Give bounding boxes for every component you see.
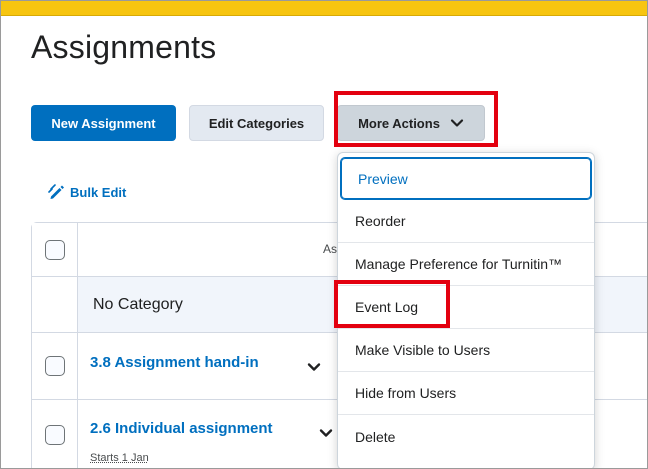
menu-item-hide[interactable]: Hide from Users [338, 372, 594, 415]
screenshot-frame: Assignments New Assignment Edit Categori… [0, 0, 648, 469]
column-header-assignment[interactable]: As [323, 242, 337, 256]
more-actions-label: More Actions [358, 115, 440, 131]
menu-item-reorder[interactable]: Reorder [338, 200, 594, 243]
row-check-cell [32, 400, 78, 468]
menu-item-turnitin[interactable]: Manage Preference for Turnitin™ [338, 243, 594, 286]
chevron-down-icon[interactable] [307, 360, 321, 374]
more-actions-button[interactable]: More Actions [337, 105, 485, 141]
assignment-link[interactable]: 3.8 Assignment hand-in [90, 354, 259, 371]
edit-categories-button[interactable]: Edit Categories [189, 105, 324, 141]
start-date-label: Starts 1 Jan [90, 452, 149, 464]
row-check-cell [32, 333, 78, 399]
menu-item-event-log[interactable]: Event Log [338, 286, 594, 329]
menu-item-delete[interactable]: Delete [338, 415, 594, 458]
pencil-icon [48, 184, 64, 199]
assignment-link[interactable]: 2.6 Individual assignment [90, 420, 273, 437]
chevron-down-icon[interactable] [319, 426, 333, 440]
menu-item-preview[interactable]: Preview [340, 157, 592, 200]
more-actions-menu: Preview Reorder Manage Preference for Tu… [337, 152, 595, 468]
menu-item-make-visible[interactable]: Make Visible to Users [338, 329, 594, 372]
page-title: Assignments [31, 29, 217, 65]
new-assignment-button[interactable]: New Assignment [31, 105, 176, 141]
bulk-edit-button[interactable]: Bulk Edit [48, 183, 126, 201]
chevron-down-icon [450, 119, 464, 127]
brand-accent-bar [1, 1, 647, 16]
row-checkbox[interactable] [44, 356, 65, 376]
select-all-checkbox[interactable] [44, 239, 65, 260]
select-all-cell [32, 223, 78, 276]
category-check-cell [32, 277, 78, 332]
category-label: No Category [93, 296, 183, 313]
bulk-edit-label: Bulk Edit [70, 184, 127, 200]
row-checkbox[interactable] [44, 424, 65, 445]
